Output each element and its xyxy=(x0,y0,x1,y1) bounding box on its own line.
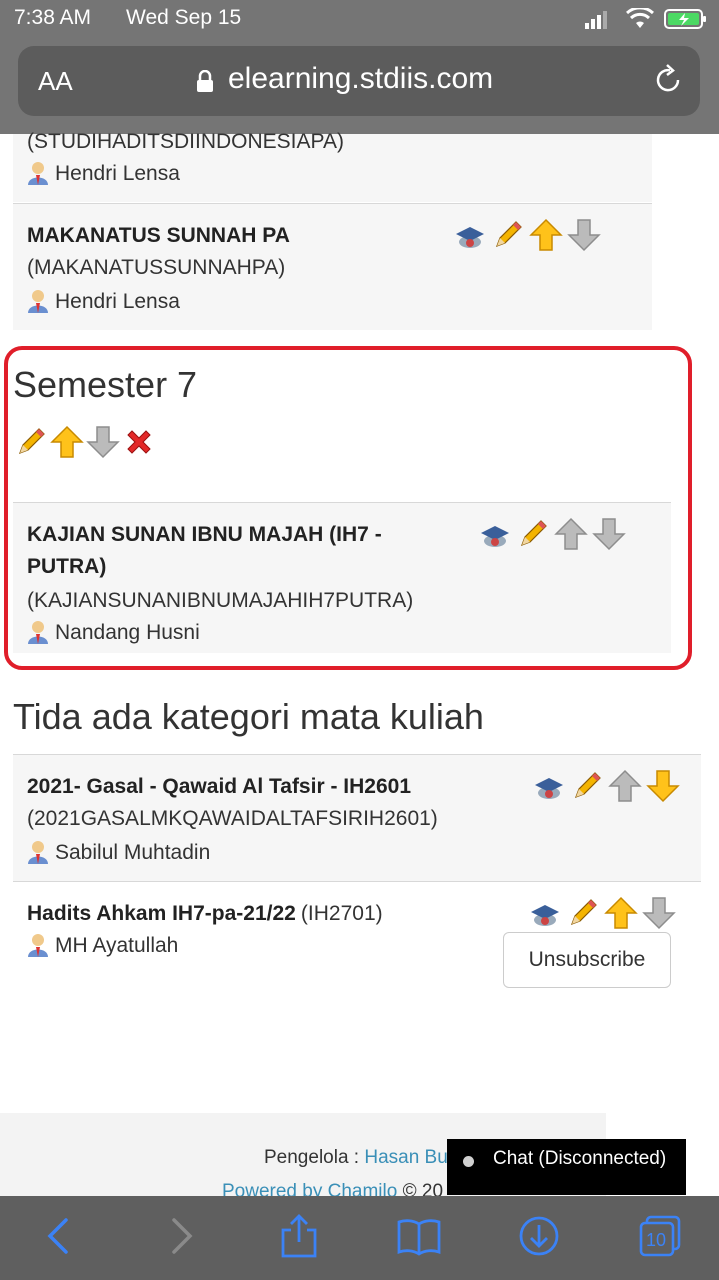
forward-icon[interactable] xyxy=(158,1214,202,1258)
share-icon[interactable] xyxy=(277,1214,321,1258)
course-home-icon[interactable] xyxy=(528,896,562,930)
edit-icon[interactable] xyxy=(566,896,600,930)
footer-admin-label: Pengelola : xyxy=(264,1147,360,1168)
user-icon xyxy=(28,934,48,957)
course-teacher: Hendri Lensa xyxy=(27,286,180,318)
lock-icon xyxy=(197,70,213,92)
course-code: (MAKANATUSSUNNAHPA) xyxy=(27,256,286,279)
wifi-icon xyxy=(626,8,654,28)
status-date: Wed Sep 15 xyxy=(126,6,242,29)
chat-status-dot xyxy=(463,1156,474,1167)
status-time: 7:38 AM xyxy=(14,6,92,29)
category-heading: Tida ada kategori mata kuliah xyxy=(13,696,484,737)
user-icon xyxy=(28,162,48,185)
move-up-icon[interactable] xyxy=(554,517,588,551)
downloads-icon[interactable] xyxy=(517,1214,561,1258)
move-up-icon[interactable] xyxy=(608,769,642,803)
footer-admin-link[interactable]: Hasan Bus xyxy=(364,1147,457,1168)
course-teacher: MH Ayatullah xyxy=(27,930,178,962)
course-teacher: Nandang Husni xyxy=(27,617,200,649)
move-down-icon[interactable] xyxy=(646,769,680,803)
course-card: 2021- Gasal - Qawaid Al Tafsir - IH2601 … xyxy=(13,754,701,881)
course-title[interactable]: MAKANATUS SUNNAH PA xyxy=(27,220,290,252)
bookmarks-icon[interactable] xyxy=(397,1214,441,1258)
chat-label: Chat (Disconnected) xyxy=(493,1148,667,1169)
text-size-button[interactable]: AA xyxy=(38,66,73,97)
battery-icon xyxy=(664,9,706,29)
course-teacher: Hendri Lensa xyxy=(27,158,180,190)
signal-icon xyxy=(585,10,609,29)
edit-icon[interactable] xyxy=(14,425,48,459)
teacher-name: MH Ayatullah xyxy=(55,934,179,957)
move-up-icon[interactable] xyxy=(529,218,563,252)
teacher-name: Hendri Lensa xyxy=(55,162,180,185)
course-teacher: Sabilul Muhtadin xyxy=(27,837,210,869)
course-code: (IH2701) xyxy=(300,902,383,925)
course-actions xyxy=(478,517,626,551)
reload-icon[interactable] xyxy=(650,62,686,98)
course-home-icon[interactable] xyxy=(453,218,487,252)
delete-icon[interactable] xyxy=(122,425,156,459)
course-card: (STUDIHADITSDIINDONESIAPA) Hendri Lensa xyxy=(13,130,652,202)
teacher-name: Hendri Lensa xyxy=(55,290,180,313)
teacher-name: Nandang Husni xyxy=(55,621,200,644)
course-code: (KAJIANSUNANIBNUMAJAHIH7PUTRA) xyxy=(27,589,414,612)
course-actions xyxy=(532,769,680,803)
teacher-name: Sabilul Muhtadin xyxy=(55,841,211,864)
course-card: KAJIAN SUNAN IBNU MAJAH (IH7 - PUTRA) (K… xyxy=(13,502,671,653)
move-up-icon[interactable] xyxy=(50,425,84,459)
unsubscribe-button[interactable]: Unsubscribe xyxy=(503,932,671,988)
user-icon xyxy=(28,290,48,313)
course-actions xyxy=(528,896,676,930)
course-card: MAKANATUS SUNNAH PA (MAKANATUSSUNNAHPA) … xyxy=(13,203,652,330)
back-icon[interactable] xyxy=(38,1214,82,1258)
course-actions xyxy=(453,218,601,252)
move-down-icon[interactable] xyxy=(86,425,120,459)
course-code: (2021GASALMKQAWAIDALTAFSIRIH2601) xyxy=(27,807,438,830)
course-title[interactable]: Hadits Ahkam IH7-pa-21/22 xyxy=(27,902,296,925)
course-title-continued[interactable]: PUTRA) xyxy=(27,551,106,583)
move-down-icon[interactable] xyxy=(567,218,601,252)
edit-icon[interactable] xyxy=(516,517,550,551)
user-icon xyxy=(28,621,48,644)
course-code: (STUDIHADITSDIINDONESIAPA) xyxy=(27,130,344,153)
course-title[interactable]: KAJIAN SUNAN IBNU MAJAH (IH7 - xyxy=(27,519,382,551)
user-icon xyxy=(28,841,48,864)
url-text[interactable]: elearning.stdiis.com xyxy=(228,62,493,96)
move-down-icon[interactable] xyxy=(642,896,676,930)
course-title[interactable]: 2021- Gasal - Qawaid Al Tafsir - IH2601 xyxy=(27,771,411,803)
chat-widget[interactable]: Chat (Disconnected) xyxy=(447,1139,686,1195)
move-down-icon[interactable] xyxy=(592,517,626,551)
course-home-icon[interactable] xyxy=(478,517,512,551)
footer-admin: Pengelola : Hasan Bus xyxy=(264,1147,457,1169)
semester-actions xyxy=(14,425,156,459)
course-home-icon[interactable] xyxy=(532,769,566,803)
edit-icon[interactable] xyxy=(570,769,604,803)
tabs-count: 10 xyxy=(645,1230,667,1250)
move-up-icon[interactable] xyxy=(604,896,638,930)
edit-icon[interactable] xyxy=(491,218,525,252)
browser-toolbar xyxy=(0,1196,719,1280)
semester-heading: Semester 7 xyxy=(13,364,198,405)
course-title-row: Hadits Ahkam IH7-pa-21/22 (IH2701) xyxy=(27,898,383,930)
